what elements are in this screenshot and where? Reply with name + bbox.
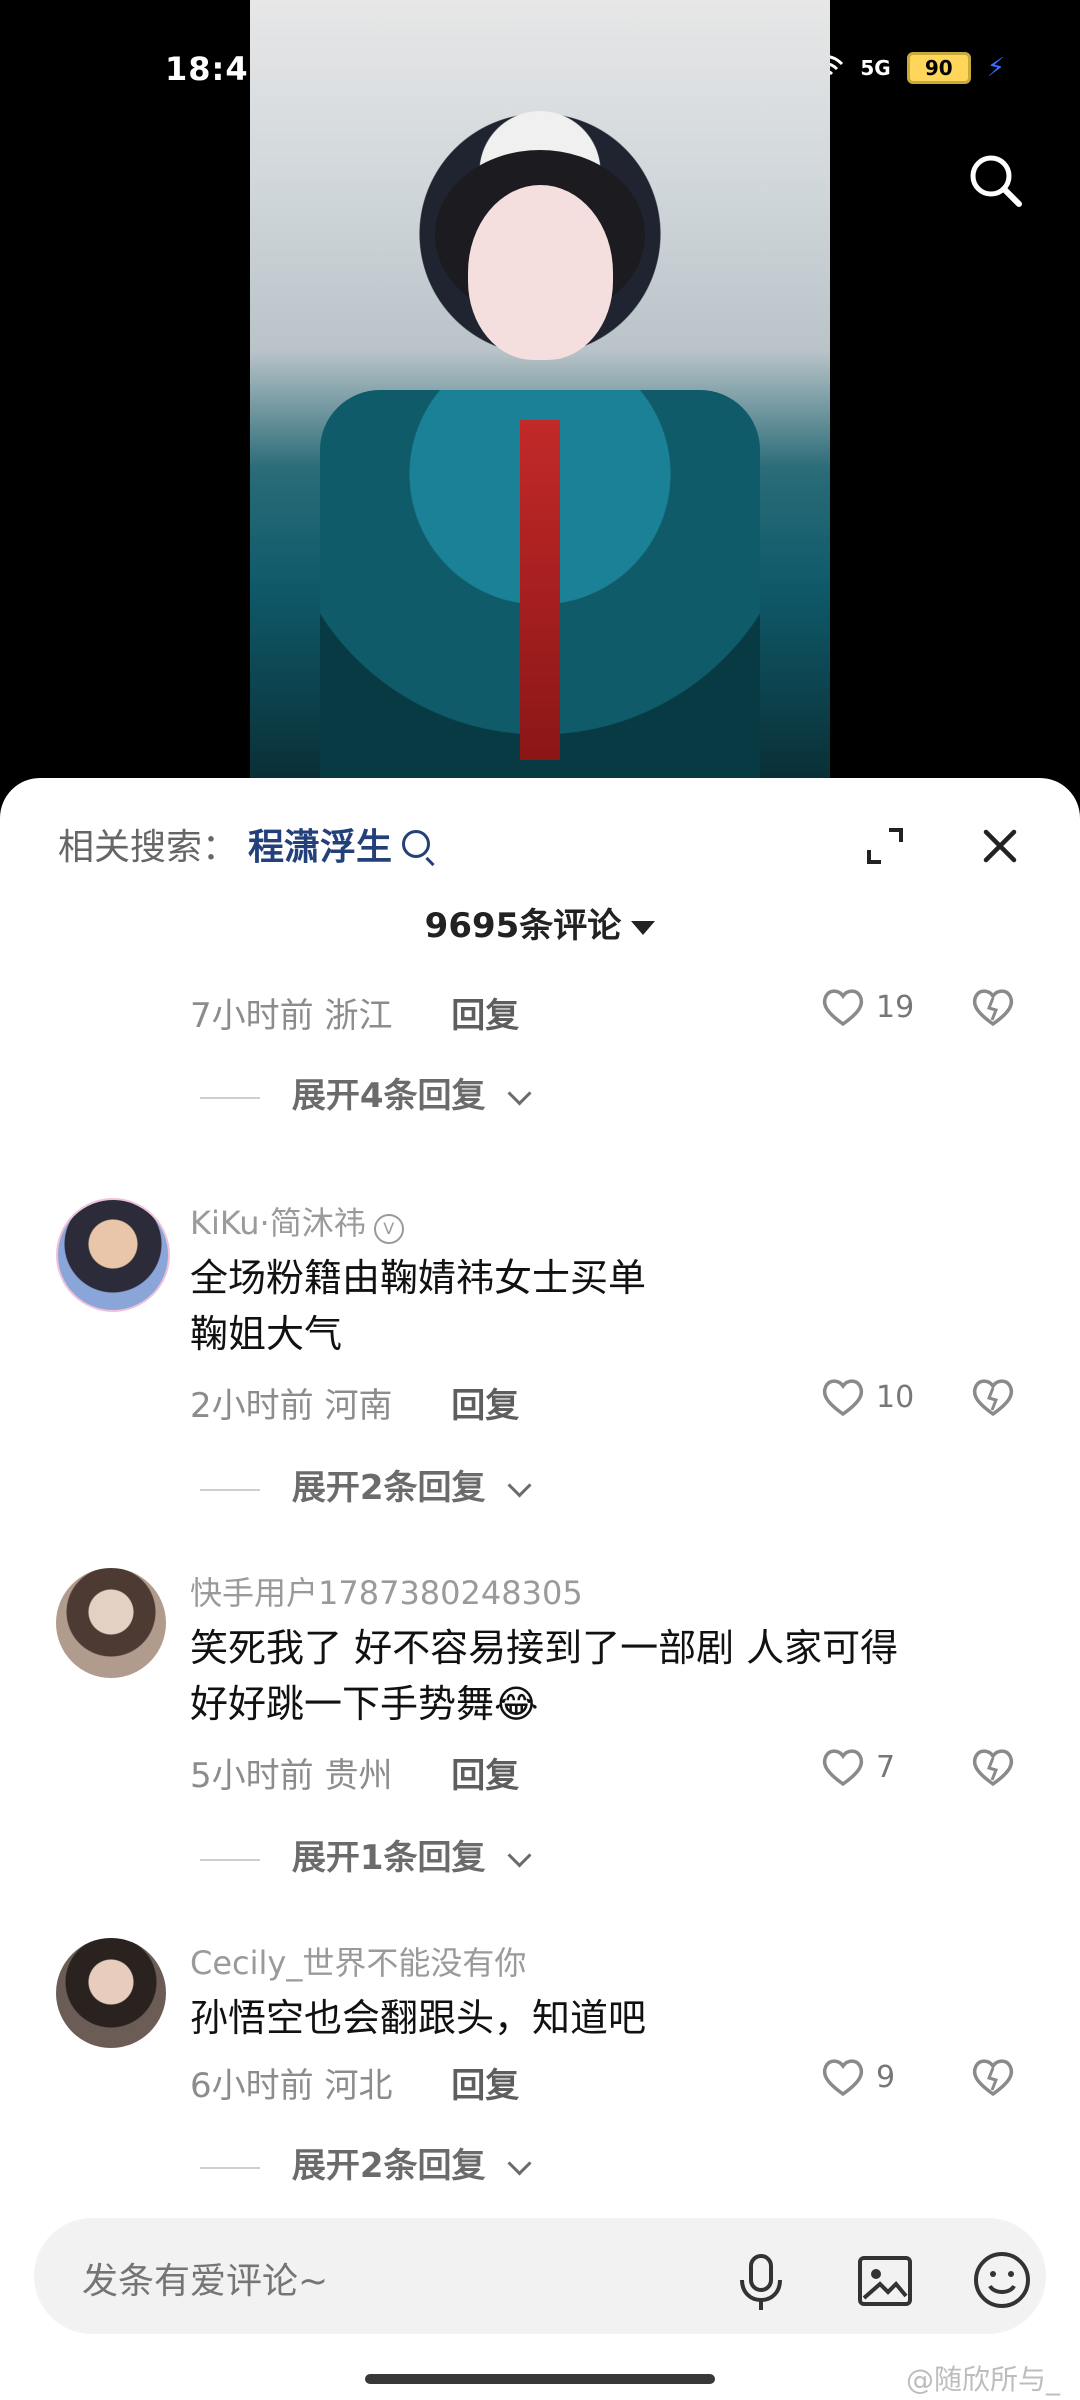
comments-sheet: 相关搜索： 程潇浮生 9695条评论 7小时前 浙江 回复 19 展开4条回复 [0, 778, 1080, 2400]
comment-item: 7小时前 浙江 回复 19 展开4条回复 [0, 988, 1080, 1138]
comment-time-location: 5小时前 贵州 [190, 1756, 393, 1796]
chevron-down-icon [507, 1081, 532, 1106]
comment-text: 全场粉籍由鞠婧祎女士买单 鞠姐大气 [190, 1250, 1010, 1362]
comment-item: KiKu·简沐祎 V 全场粉籍由鞠婧祎女士买单 鞠姐大气 2小时前 河南 回复 1… [0, 1198, 1080, 1538]
chevron-down-icon [507, 2151, 532, 2176]
avatar[interactable] [56, 1938, 166, 2048]
verified-badge-icon: V [373, 1214, 404, 1244]
comment-text: 笑死我了 好不容易接到了一部剧 人家可得 好好跳一下手势舞😂 [190, 1620, 1010, 1732]
related-search-label: 相关搜索： [58, 827, 239, 868]
emoji-icon[interactable] [970, 2248, 1034, 2312]
heart-icon [822, 2059, 864, 2097]
divider-line [200, 1858, 260, 1861]
like-count: 7 [876, 1749, 896, 1785]
reply-button[interactable]: 回复 [451, 2066, 519, 2106]
comment-username-text: KiKu·简沐祎 [190, 1204, 366, 1242]
close-icon[interactable] [978, 824, 1022, 868]
expand-replies-label: 展开2条回复 [291, 1468, 486, 1508]
expand-replies[interactable]: 展开1条回复 [200, 1830, 532, 1879]
search-icon [402, 830, 431, 858]
expand-icon[interactable] [865, 826, 905, 866]
like-button[interactable]: 10 [820, 1374, 914, 1420]
comment-text-line: 鞠姐大气 [190, 1312, 343, 1356]
heart-icon [822, 989, 864, 1027]
dislike-icon[interactable] [970, 1744, 1016, 1790]
search-icon[interactable] [965, 150, 1025, 210]
comment-item: 快手用户1787380248305 笑死我了 好不容易接到了一部剧 人家可得 好… [0, 1568, 1080, 1898]
like-button[interactable]: 7 [820, 1744, 895, 1790]
comment-time-location: 6小时前 河北 [190, 2066, 393, 2106]
expand-replies-label: 展开2条回复 [291, 2146, 486, 2186]
divider-line [200, 2166, 260, 2169]
like-button[interactable]: 9 [820, 2054, 895, 2100]
comment-count[interactable]: 9695条评论 [0, 898, 1080, 947]
video-figure-sash [520, 420, 560, 760]
reply-button[interactable]: 回复 [451, 1756, 519, 1796]
image-icon[interactable] [854, 2250, 916, 2312]
comment-text-line: 笑死我了 好不容易接到了一部剧 人家可得 [190, 1626, 899, 1670]
comment-meta: 6小时前 河北 回复 [190, 2058, 519, 2107]
video-figure-face [468, 185, 613, 360]
heart-icon [822, 1379, 864, 1417]
caret-down-icon [631, 920, 656, 935]
charging-icon: ⚡ [986, 53, 1005, 83]
network-signal: 5G [860, 56, 891, 80]
reply-button[interactable]: 回复 [451, 996, 519, 1036]
related-search-keyword[interactable]: 程潇浮生 [248, 818, 392, 870]
expand-replies[interactable]: 展开4条回复 [200, 1068, 532, 1117]
avatar[interactable] [56, 1568, 166, 1678]
expand-replies-label: 展开4条回复 [291, 1076, 486, 1116]
mic-icon[interactable] [734, 2252, 788, 2312]
comment-time-location: 7小时前 浙江 [190, 996, 393, 1036]
comment-input-placeholder: 发条有爱评论~ [82, 2261, 329, 2302]
home-indicator[interactable] [365, 2374, 715, 2384]
comment-item: Cecily_世界不能没有你 孙悟空也会翻跟头，知道吧 6小时前 河北 回复 9… [0, 1938, 1080, 2238]
comment-username[interactable]: 快手用户1787380248305 [190, 1568, 583, 1614]
dislike-icon[interactable] [970, 2054, 1016, 2100]
like-button[interactable]: 19 [820, 984, 914, 1030]
reply-button[interactable]: 回复 [451, 1386, 519, 1426]
chevron-down-icon [507, 1843, 532, 1868]
expand-replies-label: 展开1条回复 [291, 1838, 486, 1878]
comment-count-text: 9695条评论 [424, 906, 622, 946]
comment-username-text: Cecily_世界不能没有你 [190, 1944, 527, 1982]
comment-meta: 5小时前 贵州 回复 [190, 1748, 519, 1797]
comment-input[interactable]: 发条有爱评论~ [34, 2218, 1046, 2334]
divider-line [200, 1096, 260, 1099]
comment-meta: 2小时前 河南 回复 [190, 1378, 519, 1427]
dislike-icon[interactable] [970, 984, 1016, 1030]
chevron-down-icon [507, 1473, 532, 1498]
divider-line [200, 1488, 260, 1491]
comment-text-line: 好好跳一下手势舞😂 [190, 1682, 539, 1726]
comment-text: 孙悟空也会翻跟头，知道吧 [190, 1990, 1010, 2046]
dislike-icon[interactable] [970, 1374, 1016, 1420]
comment-time-location: 2小时前 河南 [190, 1386, 393, 1426]
comment-text-line: 全场粉籍由鞠婧祎女士买单 [190, 1256, 647, 1300]
video-player[interactable] [250, 0, 830, 780]
like-count: 19 [876, 989, 915, 1025]
related-search[interactable]: 相关搜索： 程潇浮生 [58, 818, 431, 870]
watermark: @随欣所与_ [905, 2363, 1060, 2396]
comment-meta: 7小时前 浙江 回复 [190, 988, 519, 1037]
expand-replies[interactable]: 展开2条回复 [200, 1460, 532, 1509]
comment-username-text: 快手用户1787380248305 [190, 1574, 583, 1612]
avatar[interactable] [56, 1198, 170, 1312]
like-count: 9 [876, 2059, 896, 2095]
battery-indicator: 90 [906, 52, 971, 84]
heart-icon [822, 1749, 864, 1787]
comment-text-line: 孙悟空也会翻跟头，知道吧 [190, 1996, 647, 2040]
like-count: 10 [876, 1379, 915, 1415]
comment-username[interactable]: KiKu·简沐祎 V [190, 1198, 404, 1244]
comment-username[interactable]: Cecily_世界不能没有你 [190, 1938, 526, 1984]
expand-replies[interactable]: 展开2条回复 [200, 2138, 532, 2187]
